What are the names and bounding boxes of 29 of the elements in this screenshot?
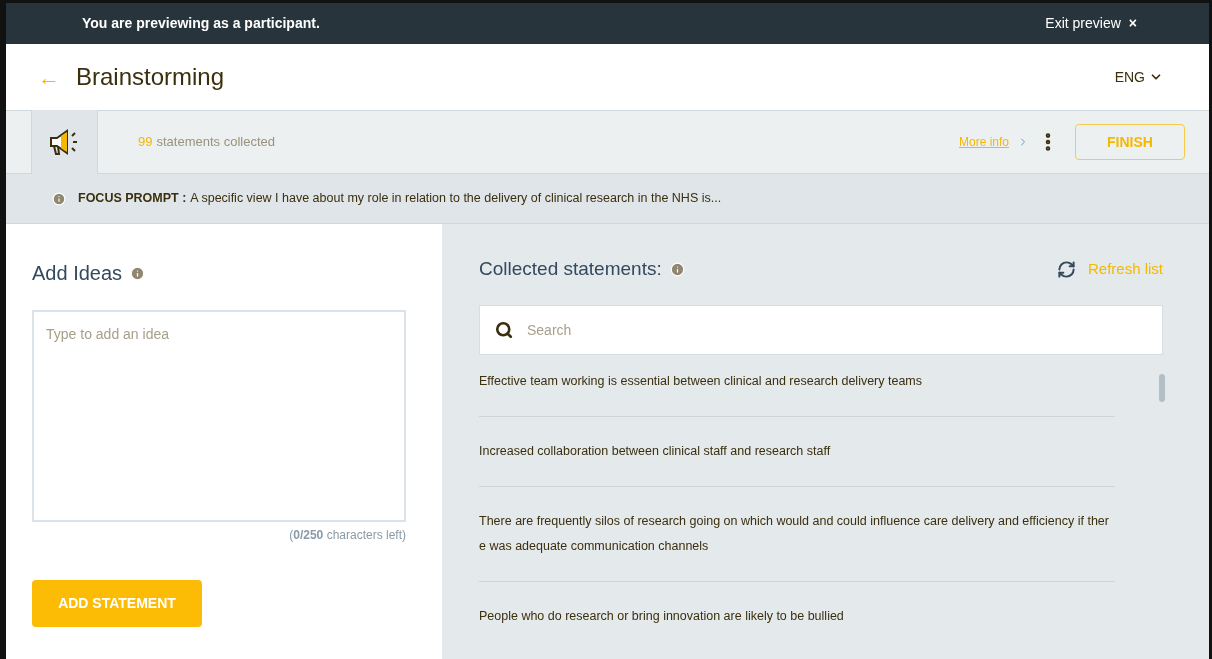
refresh-icon bbox=[1056, 259, 1076, 279]
back-button[interactable]: ← bbox=[38, 60, 60, 94]
character-counter: (0/250 characters left) bbox=[289, 527, 406, 544]
page-title: Brainstorming bbox=[76, 62, 225, 92]
focus-prompt-text: A specific view I have about my role in relation to the delivery of clinical research in the NHS is... bbox=[190, 190, 722, 208]
scrollbar-thumb[interactable] bbox=[1159, 374, 1165, 402]
statement-text: There are frequently silos of research going on which would and could influence care delivery and efficiency if there was adequate communication channels bbox=[479, 512, 1110, 555]
info-icon bbox=[669, 261, 685, 277]
idea-input-field[interactable]: Type to add an idea bbox=[32, 310, 406, 522]
preview-message: You are previewing as a participant. bbox=[82, 14, 320, 33]
focus-prompt-label: FOCUS PROMPT : bbox=[78, 190, 187, 208]
info-icon bbox=[52, 191, 66, 206]
collected-title: Collected statements: bbox=[479, 257, 662, 281]
statement-text: Effective team working is essential between clinical and research delivery teams bbox=[479, 372, 924, 390]
exit-preview-button[interactable]: Exit preview × bbox=[1045, 13, 1137, 34]
count-label: statements collected bbox=[156, 133, 275, 152]
finish-button[interactable]: FINISH bbox=[1075, 124, 1185, 160]
more-info-link[interactable]: More info bbox=[958, 133, 1009, 151]
add-ideas-title: Add Ideas bbox=[32, 261, 123, 286]
search-icon bbox=[495, 320, 513, 339]
statement-count: 99 bbox=[138, 133, 153, 152]
refresh-list-button[interactable]: Refresh list bbox=[1056, 258, 1163, 281]
language-dropdown[interactable]: ENG bbox=[1114, 66, 1163, 88]
tab[interactable] bbox=[31, 110, 98, 174]
info-icon bbox=[130, 265, 146, 281]
search-field[interactable]: Search bbox=[479, 304, 1163, 355]
add-statement-button[interactable]: ADD STATEMENT bbox=[32, 580, 202, 627]
statement-text: Increased collaboration between clinical staff and research staff bbox=[479, 442, 832, 460]
statement-text: People who do research or bring innovation are likely to be bullied bbox=[479, 607, 845, 625]
